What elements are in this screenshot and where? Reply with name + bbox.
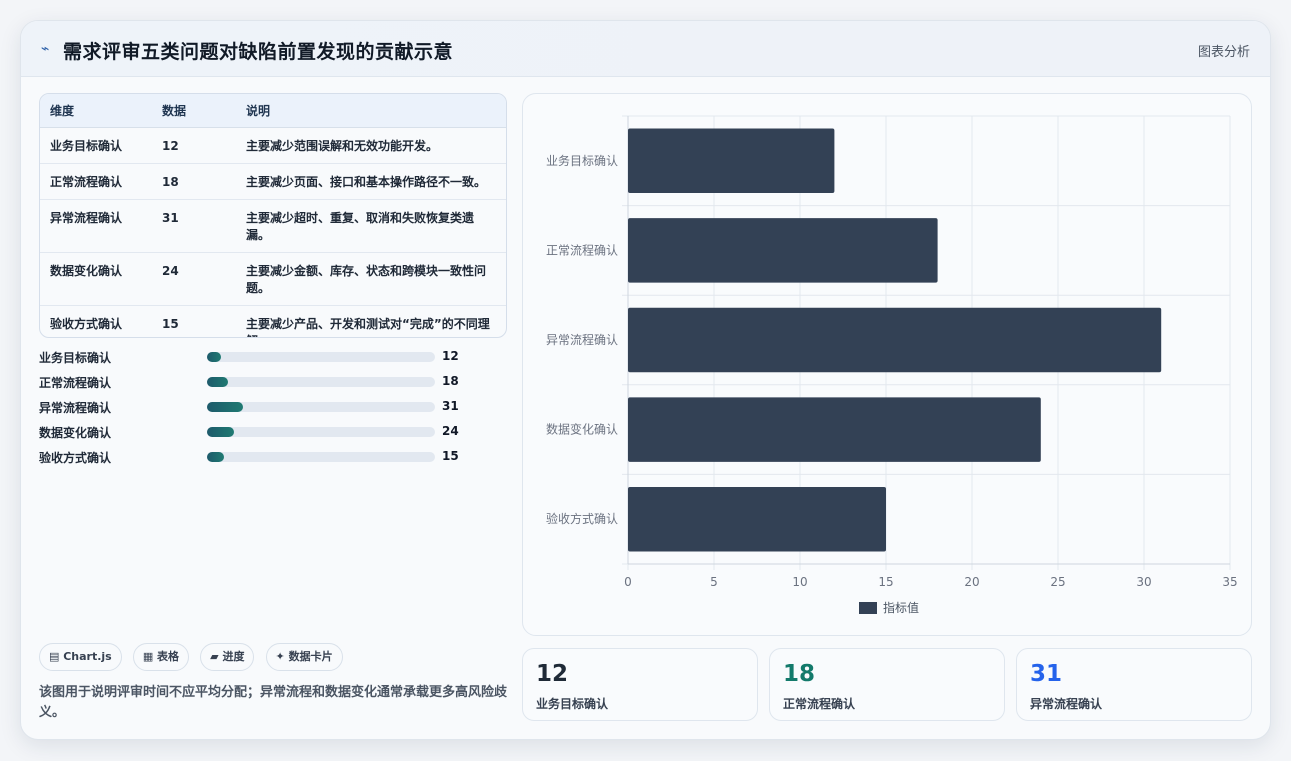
category-label: 业务目标确认 <box>546 153 618 168</box>
progress-row: 验收方式确认 15 <box>39 447 509 472</box>
value-cell: 24 <box>152 252 236 306</box>
dimension-cell: 正常流程确认 <box>40 163 152 200</box>
dimension-cell: 业务目标确认 <box>40 127 152 164</box>
feature-chips: ▤ Chart.js ▦ 表格 ▰ 进度 ✦ 数据卡片 <box>39 643 349 671</box>
progress-track <box>207 402 435 412</box>
progress-track <box>207 427 435 437</box>
table-row: 异常流程确认 31 主要减少超时、重复、取消和失败恢复类遗漏。 <box>40 199 506 253</box>
progress-track <box>207 377 435 387</box>
kpi-label: 业务目标确认 <box>536 697 609 711</box>
bar-chart: 业务目标确认 正常流程确认 异常流程确认 数据变化确认 验收方式确认 0 5 10 15 20 25… <box>522 93 1252 636</box>
category-label: 验收方式确认 <box>546 511 618 526</box>
progress-value: 18 <box>442 374 459 388</box>
chartjs-chip[interactable]: ▤ Chart.js <box>39 643 122 671</box>
progress-value: 24 <box>442 424 459 438</box>
category-label: 正常流程确认 <box>546 242 618 257</box>
bar <box>628 486 886 552</box>
data-table: 维度 数据 说明 业务目标确认 12 主要减少范围误解和无效功能开发。 正常流程… <box>39 93 507 338</box>
x-tick-label: 30 <box>1136 575 1151 589</box>
description-cell: 主要减少超时、重复、取消和失败恢复类遗漏。 <box>236 199 506 253</box>
table-row: 数据变化确认 24 主要减少金额、库存、状态和跨模块一致性问题。 <box>40 252 506 306</box>
x-tick-label: 15 <box>878 575 893 589</box>
table-header-row: 维度 数据 说明 <box>40 94 506 128</box>
progress-track <box>207 352 435 362</box>
description-cell: 主要减少产品、开发和测试对“完成”的不同理解。 <box>246 316 490 338</box>
x-tick-label: 20 <box>964 575 979 589</box>
progress-list: 业务目标确认 12 正常流程确认 18 异常流程确认 31 数据变化确认 24 … <box>39 347 509 472</box>
column-header: 维度 <box>40 94 152 128</box>
progress-fill <box>207 352 221 362</box>
kpi-value: 18 <box>783 661 816 687</box>
sparkline-icon: ⌁ <box>41 41 50 57</box>
description-cell: 主要减少范围误解和无效功能开发。 <box>236 127 506 164</box>
progress-row: 数据变化确认 24 <box>39 422 509 447</box>
description-cell: 主要减少页面、接口和基本操作路径不一致。 <box>236 163 506 200</box>
progress-row: 业务目标确认 12 <box>39 347 509 372</box>
table-row: 验收方式确认 15 主要减少产品、开发和测试对“完成”的不同理解。 <box>40 305 506 338</box>
chart-analysis-link[interactable]: 图表分析 <box>1198 41 1250 60</box>
legend-label: 指标值 <box>883 600 919 615</box>
progress-label: 验收方式确认 <box>39 451 112 465</box>
table-row: 业务目标确认 12 主要减少范围误解和无效功能开发。 <box>40 127 506 164</box>
column-header: 数据 <box>152 94 236 128</box>
progress-fill <box>207 427 235 437</box>
category-label: 异常流程确认 <box>546 332 618 347</box>
description-cell: 主要减少金额、库存、状态和跨模块一致性问题。 <box>236 252 506 306</box>
value-cell: 31 <box>152 199 236 253</box>
kpi-label: 正常流程确认 <box>783 697 856 711</box>
kpi-value: 12 <box>536 661 569 687</box>
kpi-card: 31 异常流程确认 <box>1016 648 1252 721</box>
kpi-card: 12 业务目标确认 <box>522 648 758 721</box>
progress-track <box>207 452 435 462</box>
legend-swatch <box>859 602 877 614</box>
x-tick-label: 0 <box>624 575 632 589</box>
progress-value: 31 <box>442 399 459 413</box>
data-card-chip[interactable]: ✦ 数据卡片 <box>265 643 343 671</box>
progress-fill <box>207 402 244 412</box>
bar <box>628 307 1162 373</box>
progress-chip[interactable]: ▰ 进度 <box>200 643 255 671</box>
progress-label: 数据变化确认 <box>39 426 112 440</box>
x-tick-label: 5 <box>710 575 718 589</box>
progress-label: 异常流程确认 <box>39 401 112 415</box>
progress-fill <box>207 377 228 387</box>
progress-value: 12 <box>442 349 459 363</box>
dashboard-card: ⌁ 需求评审五类问题对缺陷前置发现的贡献示意 图表分析 维度 数据 说明 业务目… <box>20 20 1271 740</box>
progress-row: 异常流程确认 31 <box>39 397 509 422</box>
kpi-value: 31 <box>1030 661 1063 687</box>
chart-note: 该图用于说明评审时间不应平均分配；异常流程和数据变化通常承载更多高风险歧义。 <box>39 685 508 720</box>
page-title: 需求评审五类问题对缺陷前置发现的贡献示意 <box>63 41 454 63</box>
value-cell: 18 <box>152 163 236 200</box>
bar <box>628 397 1041 462</box>
kpi-label: 异常流程确认 <box>1030 697 1103 711</box>
x-tick-label: 35 <box>1222 575 1237 589</box>
x-tick-label: 25 <box>1050 575 1065 589</box>
progress-value: 15 <box>442 449 459 463</box>
value-cell: 15 <box>162 316 179 331</box>
bar <box>628 128 835 194</box>
progress-fill <box>207 452 225 462</box>
kpi-card: 18 正常流程确认 <box>769 648 1005 721</box>
table-row: 正常流程确认 18 主要减少页面、接口和基本操作路径不一致。 <box>40 163 506 200</box>
progress-row: 正常流程确认 18 <box>39 372 509 397</box>
x-tick-label: 10 <box>792 575 807 589</box>
bar-chart-svg: 业务目标确认正常流程确认异常流程确认数据变化确认验收方式确认 0 5 10 15 20 25… <box>546 115 1238 615</box>
table-chip[interactable]: ▦ 表格 <box>132 643 190 671</box>
dimension-cell: 验收方式确认 <box>50 316 123 331</box>
progress-label: 业务目标确认 <box>39 351 112 365</box>
value-cell: 12 <box>152 127 236 164</box>
header: ⌁ 需求评审五类问题对缺陷前置发现的贡献示意 图表分析 <box>21 21 1270 77</box>
dimension-cell: 异常流程确认 <box>40 199 152 253</box>
progress-label: 正常流程确认 <box>39 376 112 390</box>
dimension-cell: 数据变化确认 <box>40 252 152 306</box>
column-header: 说明 <box>236 94 506 128</box>
bar <box>628 218 938 283</box>
category-label: 数据变化确认 <box>546 422 618 437</box>
